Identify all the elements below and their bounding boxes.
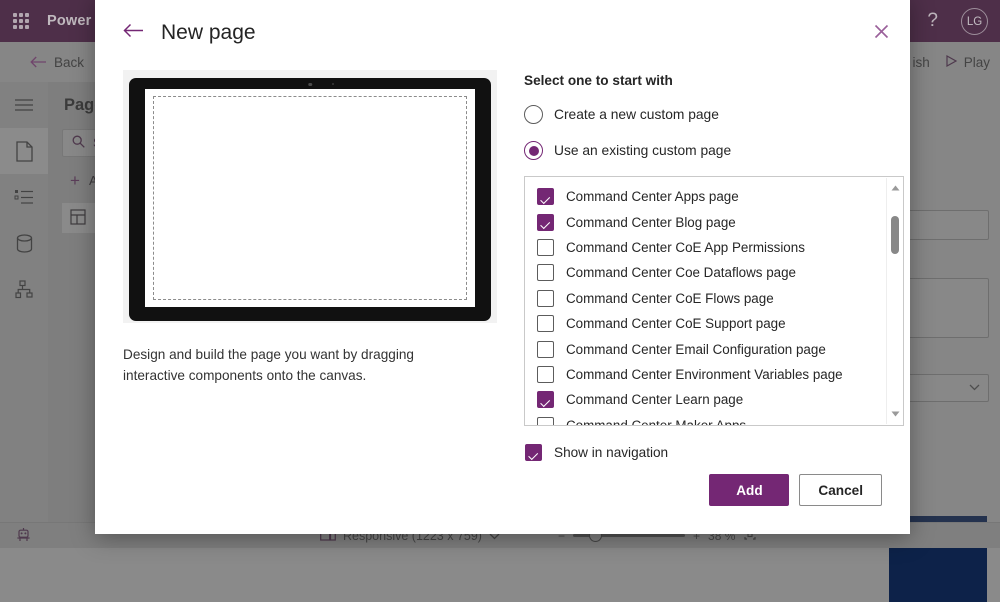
list-item[interactable]: Command Center Email Configuration page — [525, 336, 903, 361]
list-item-label: Command Center Learn page — [566, 392, 744, 408]
checkbox-box — [525, 444, 542, 461]
radio-circle — [524, 141, 543, 160]
page-checkbox[interactable] — [537, 416, 554, 425]
arrow-left-icon — [123, 23, 144, 43]
page-checkbox[interactable] — [537, 365, 554, 383]
cancel-button[interactable]: Cancel — [799, 474, 882, 506]
list-item[interactable]: Command Center Blog page — [525, 209, 903, 234]
list-item[interactable]: Command Center Environment Variables pag… — [525, 362, 903, 387]
list-scrollbar[interactable] — [886, 178, 902, 424]
preview-description: Design and build the page you want by dr… — [123, 347, 414, 383]
start-option-radio-0[interactable]: Create a new custom page — [524, 105, 904, 124]
page-checkbox[interactable] — [537, 188, 554, 206]
show-in-navigation-checkbox[interactable]: Show in navigation — [524, 444, 904, 461]
existing-pages-list[interactable]: Command Center Apps page Command Center B… — [524, 176, 904, 426]
page-checkbox[interactable] — [537, 315, 554, 333]
list-item-label: Command Center Blog page — [566, 214, 736, 230]
list-item[interactable]: Command Center CoE App Permissions — [525, 235, 903, 260]
list-item-label: Command Center Apps page — [566, 189, 739, 205]
list-item[interactable]: Command Center Coe Dataflows page — [525, 260, 903, 285]
start-option-radio-1[interactable]: Use an existing custom page — [524, 141, 904, 160]
list-item[interactable]: Command Center Apps page — [525, 184, 903, 209]
page-checkbox[interactable] — [537, 289, 554, 307]
list-item-label: Command Center Environment Variables pag… — [566, 366, 843, 382]
show-in-navigation-label: Show in navigation — [554, 445, 669, 460]
list-item-label: Command Center CoE Support page — [566, 316, 786, 332]
new-page-dialog: New page Design and build the page you w… — [95, 0, 910, 534]
page-checkbox[interactable] — [537, 391, 554, 409]
options-heading: Select one to start with — [524, 73, 673, 88]
dialog-body: Design and build the page you want by dr… — [95, 70, 910, 461]
list-item[interactable]: Command Center CoE Support page — [525, 311, 903, 336]
dialog-back-button[interactable] — [123, 23, 144, 43]
radio-label: Use an existing custom page — [554, 143, 732, 158]
radio-label: Create a new custom page — [554, 107, 719, 122]
preview-column: Design and build the page you want by dr… — [123, 70, 511, 461]
dialog-header: New page — [95, 0, 910, 70]
caret-down-icon[interactable] — [887, 406, 903, 422]
device-sensor-dot — [331, 83, 334, 85]
page-checkbox[interactable] — [537, 238, 554, 256]
add-button[interactable]: Add — [709, 474, 790, 506]
close-icon[interactable] — [864, 14, 898, 48]
tablet-device-mockup — [123, 70, 497, 323]
page-checkbox[interactable] — [537, 264, 554, 282]
list-item[interactable]: Command Center CoE Flows page — [525, 286, 903, 311]
list-item-label: Command Center CoE App Permissions — [566, 239, 805, 255]
list-item-label: Command Center Email Configuration page — [566, 341, 826, 357]
options-column: Select one to start with Create a new cu… — [511, 70, 904, 461]
list-item-label: Command Center Coe Dataflows page — [566, 265, 796, 281]
device-camera-dot — [308, 82, 312, 86]
dialog-footer: Add Cancel — [709, 474, 882, 506]
list-item[interactable]: Command Center Learn page — [525, 387, 903, 412]
caret-up-icon[interactable] — [887, 180, 903, 196]
list-item-label: Command Center Maker Apps — [566, 417, 747, 426]
list-item[interactable]: Command Center Maker Apps — [525, 413, 903, 426]
canvas-placeholder — [153, 95, 467, 301]
page-checkbox[interactable] — [537, 213, 554, 231]
page-checkbox[interactable] — [537, 340, 554, 358]
start-option-radio-group: Create a new custom page Use an existing … — [524, 105, 904, 160]
scrollbar-thumb[interactable] — [891, 216, 899, 254]
list-item-label: Command Center CoE Flows page — [566, 290, 774, 306]
dialog-title: New page — [161, 21, 256, 44]
radio-circle — [524, 105, 543, 124]
